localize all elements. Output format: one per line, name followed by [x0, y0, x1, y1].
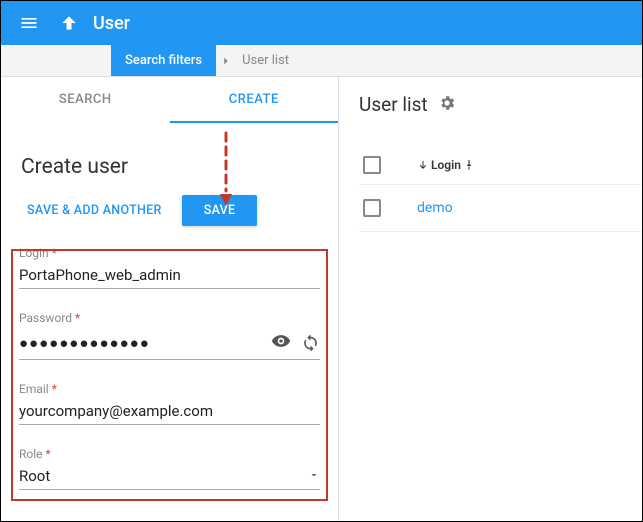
- right-panel: User list Login demo: [339, 77, 642, 521]
- breadcrumb: Search filters User list: [1, 45, 642, 77]
- save-add-another-button[interactable]: SAVE & ADD ANOTHER: [21, 195, 168, 226]
- breadcrumb-search-filters[interactable]: Search filters: [111, 45, 216, 76]
- left-panel: SEARCH CREATE Create user SAVE & ADD ANO…: [1, 77, 339, 521]
- page-title: User: [93, 13, 130, 34]
- column-header-login[interactable]: Login: [417, 158, 475, 172]
- dropdown-arrow-icon[interactable]: [308, 467, 320, 485]
- email-label: Email: [19, 382, 49, 396]
- refresh-icon[interactable]: [301, 332, 320, 355]
- required-marker: *: [52, 246, 57, 260]
- select-all-checkbox[interactable]: [363, 156, 381, 174]
- field-role: Role * Root: [19, 447, 320, 490]
- eye-icon[interactable]: [271, 331, 291, 355]
- list-row: demo: [359, 185, 642, 232]
- row-login-link[interactable]: demo: [417, 200, 453, 216]
- panel-title: User list: [359, 93, 428, 116]
- chevron-right-icon: [216, 45, 236, 76]
- breadcrumb-user-list[interactable]: User list: [236, 45, 295, 76]
- email-input[interactable]: yourcompany@example.com: [19, 402, 320, 420]
- role-select[interactable]: Root: [19, 467, 308, 485]
- pin-icon: [463, 159, 475, 171]
- required-marker: *: [46, 447, 51, 461]
- field-email: Email * yourcompany@example.com: [19, 382, 320, 425]
- top-app-bar: User: [1, 1, 642, 45]
- required-marker: *: [75, 311, 80, 325]
- list-header: Login: [359, 146, 642, 185]
- tab-bar: SEARCH CREATE: [1, 77, 338, 123]
- column-header-label: Login: [431, 158, 461, 172]
- field-login: Login * PortaPhone_web_admin: [19, 246, 320, 289]
- password-label: Password: [19, 311, 72, 325]
- login-input[interactable]: PortaPhone_web_admin: [19, 266, 320, 284]
- required-marker: *: [52, 382, 57, 396]
- tab-search[interactable]: SEARCH: [1, 77, 170, 123]
- save-button[interactable]: SAVE: [182, 195, 258, 226]
- sort-desc-icon: [417, 159, 429, 171]
- role-label: Role: [19, 447, 43, 461]
- row-checkbox[interactable]: [363, 199, 381, 217]
- gear-icon[interactable]: [438, 94, 456, 116]
- field-password: Password * ●●●●●●●●●●●●●: [19, 311, 320, 360]
- password-input[interactable]: ●●●●●●●●●●●●●: [19, 334, 271, 352]
- login-label: Login: [19, 246, 49, 260]
- menu-icon[interactable]: [9, 3, 49, 43]
- form-title: Create user: [1, 123, 338, 189]
- tab-create[interactable]: CREATE: [170, 77, 339, 123]
- up-arrow-icon[interactable]: [49, 3, 89, 43]
